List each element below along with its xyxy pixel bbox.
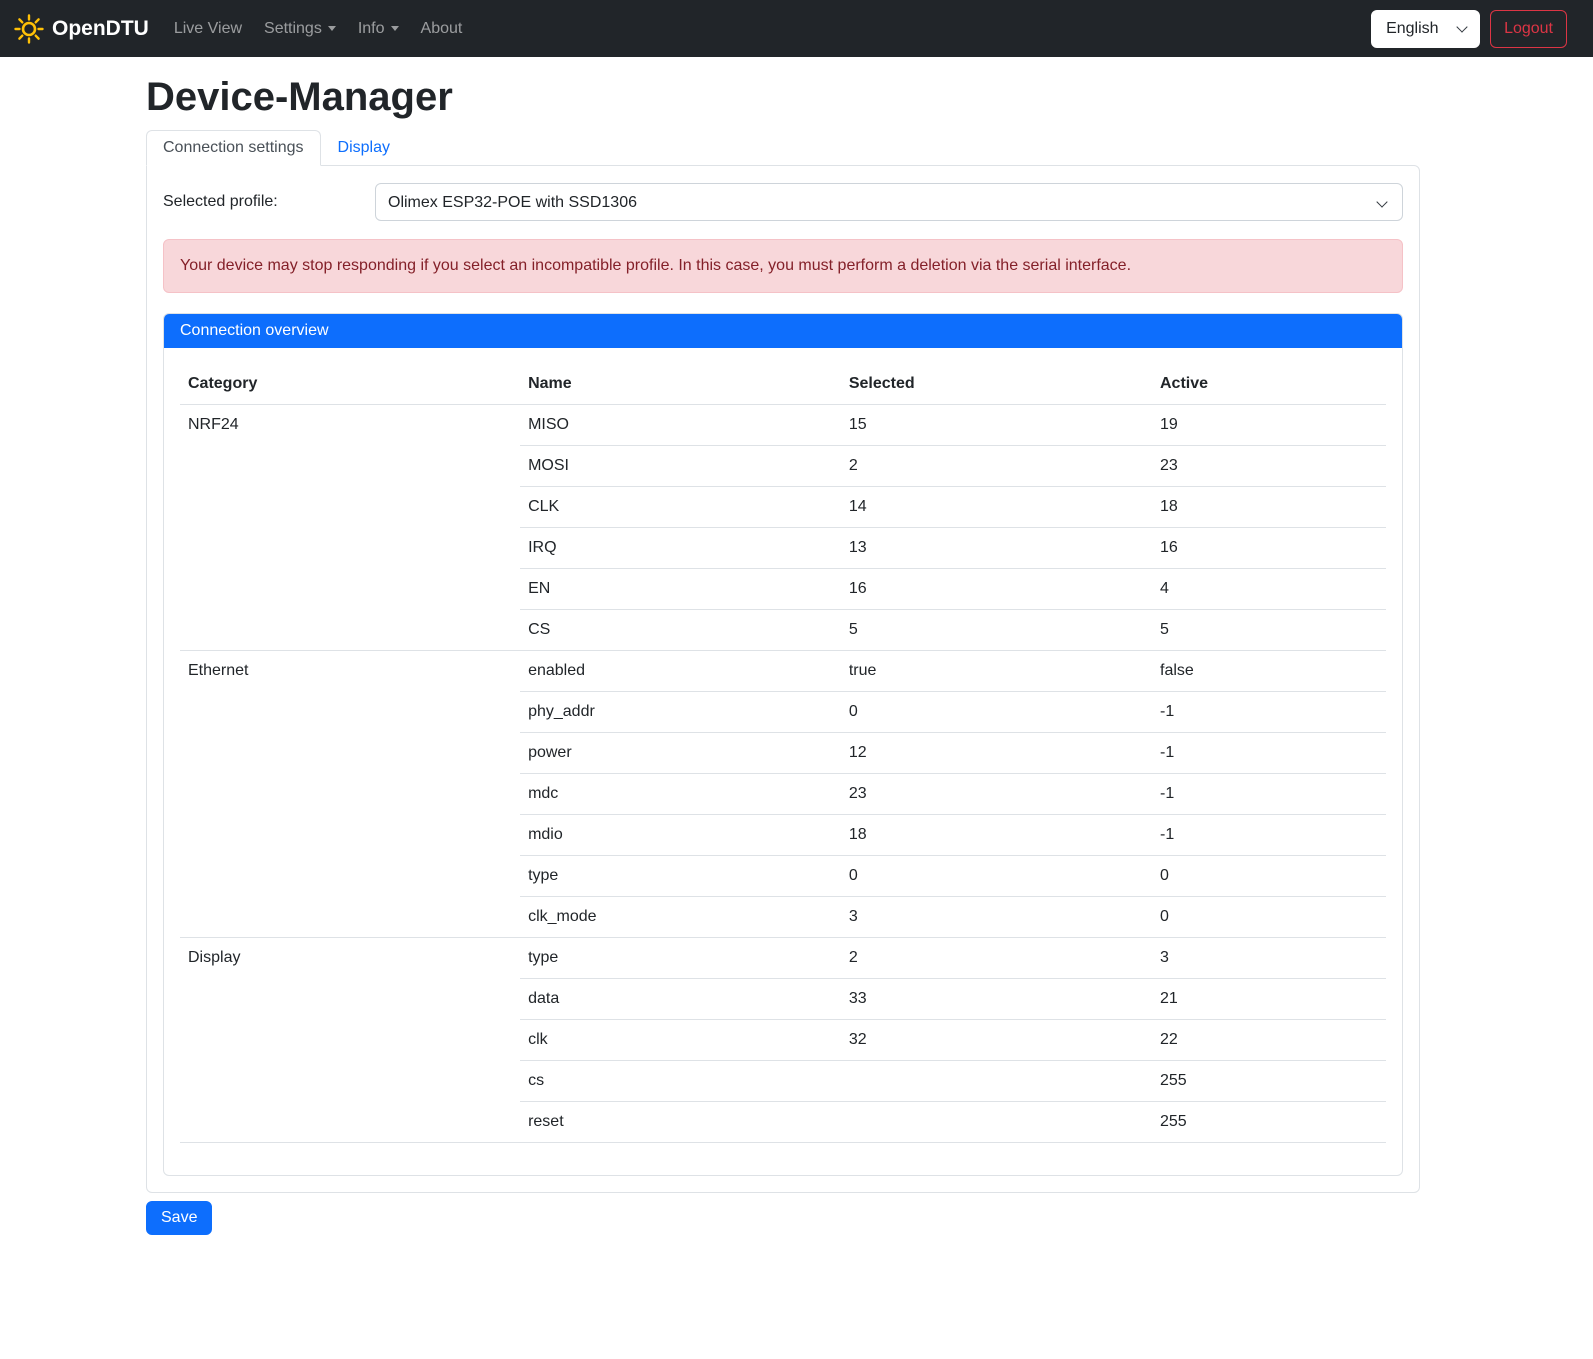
brand[interactable]: OpenDTU bbox=[14, 14, 149, 44]
selected-cell: true bbox=[841, 651, 1152, 692]
nav-item-info[interactable]: Info bbox=[350, 12, 407, 46]
name-cell: reset bbox=[520, 1102, 841, 1143]
name-cell: data bbox=[520, 979, 841, 1020]
incompatible-profile-warning: Your device may stop responding if you s… bbox=[163, 239, 1403, 293]
nav-item-settings-label: Settings bbox=[264, 20, 322, 37]
tab-content-card: Selected profile: Olimex ESP32-POE with … bbox=[146, 165, 1420, 1193]
category-cell: NRF24 bbox=[180, 405, 520, 651]
selected-cell: 0 bbox=[841, 692, 1152, 733]
category-cell: Display bbox=[180, 938, 520, 1143]
caret-down-icon bbox=[328, 26, 336, 31]
table-row: Displaytype23 bbox=[180, 938, 1386, 979]
profile-label: Selected profile: bbox=[163, 193, 375, 211]
name-cell: mdio bbox=[520, 815, 841, 856]
connection-overview-header: Connection overview bbox=[164, 314, 1402, 348]
name-cell: power bbox=[520, 733, 841, 774]
active-cell: 23 bbox=[1152, 446, 1386, 487]
name-cell: MOSI bbox=[520, 446, 841, 487]
name-cell: phy_addr bbox=[520, 692, 841, 733]
active-cell: 4 bbox=[1152, 569, 1386, 610]
name-cell: IRQ bbox=[520, 528, 841, 569]
page-title: Device-Manager bbox=[146, 75, 1420, 120]
caret-down-icon bbox=[391, 26, 399, 31]
profile-row: Selected profile: Olimex ESP32-POE with … bbox=[163, 183, 1403, 221]
selected-cell: 16 bbox=[841, 569, 1152, 610]
connection-overview-table: Category Name Selected Active NRF24MISO1… bbox=[180, 364, 1386, 1143]
selected-cell: 13 bbox=[841, 528, 1152, 569]
save-button[interactable]: Save bbox=[146, 1201, 212, 1235]
table-row: Ethernetenabledtruefalse bbox=[180, 651, 1386, 692]
page-container: Device-Manager Connection settings Displ… bbox=[146, 75, 1420, 1235]
selected-cell bbox=[841, 1061, 1152, 1102]
active-cell: 22 bbox=[1152, 1020, 1386, 1061]
name-cell: cs bbox=[520, 1061, 841, 1102]
tab-connection-settings[interactable]: Connection settings bbox=[146, 130, 321, 166]
column-header-category: Category bbox=[180, 364, 520, 405]
selected-cell: 12 bbox=[841, 733, 1152, 774]
name-cell: clk bbox=[520, 1020, 841, 1061]
active-cell: 255 bbox=[1152, 1102, 1386, 1143]
active-cell: -1 bbox=[1152, 733, 1386, 774]
language-select[interactable]: English bbox=[1371, 10, 1480, 48]
active-cell: 255 bbox=[1152, 1061, 1386, 1102]
active-cell: 19 bbox=[1152, 405, 1386, 446]
selected-cell: 3 bbox=[841, 897, 1152, 938]
selected-cell: 2 bbox=[841, 938, 1152, 979]
tab-bar: Connection settings Display bbox=[146, 130, 1420, 165]
language-select-wrap: English bbox=[1371, 10, 1480, 48]
active-cell: -1 bbox=[1152, 815, 1386, 856]
nav-item-settings[interactable]: Settings bbox=[256, 12, 344, 46]
selected-cell: 32 bbox=[841, 1020, 1152, 1061]
name-cell: MISO bbox=[520, 405, 841, 446]
column-header-name: Name bbox=[520, 364, 841, 405]
selected-cell: 33 bbox=[841, 979, 1152, 1020]
connection-overview-card: Connection overview Category Name Select… bbox=[163, 313, 1403, 1176]
name-cell: type bbox=[520, 856, 841, 897]
active-cell: 0 bbox=[1152, 856, 1386, 897]
tab-display[interactable]: Display bbox=[321, 130, 407, 166]
column-header-active: Active bbox=[1152, 364, 1386, 405]
sun-icon bbox=[14, 14, 44, 44]
category-cell: Ethernet bbox=[180, 651, 520, 938]
nav-item-about[interactable]: About bbox=[413, 12, 471, 46]
active-cell: 0 bbox=[1152, 897, 1386, 938]
active-cell: false bbox=[1152, 651, 1386, 692]
name-cell: CS bbox=[520, 610, 841, 651]
nav-item-info-label: Info bbox=[358, 20, 385, 37]
name-cell: CLK bbox=[520, 487, 841, 528]
overview-table-body: NRF24MISO1519MOSI223CLK1418IRQ1316EN164C… bbox=[180, 405, 1386, 1143]
selected-cell: 15 bbox=[841, 405, 1152, 446]
logout-button[interactable]: Logout bbox=[1490, 10, 1567, 48]
active-cell: 3 bbox=[1152, 938, 1386, 979]
table-row: NRF24MISO1519 bbox=[180, 405, 1386, 446]
selected-cell: 18 bbox=[841, 815, 1152, 856]
selected-cell: 5 bbox=[841, 610, 1152, 651]
active-cell: 18 bbox=[1152, 487, 1386, 528]
navbar: OpenDTU Live View Settings Info About En… bbox=[0, 0, 1593, 57]
active-cell: 5 bbox=[1152, 610, 1386, 651]
selected-cell: 23 bbox=[841, 774, 1152, 815]
selected-cell bbox=[841, 1102, 1152, 1143]
active-cell: 21 bbox=[1152, 979, 1386, 1020]
active-cell: -1 bbox=[1152, 774, 1386, 815]
navbar-right: English Logout bbox=[1371, 10, 1567, 48]
active-cell: 16 bbox=[1152, 528, 1386, 569]
table-header-row: Category Name Selected Active bbox=[180, 364, 1386, 405]
name-cell: mdc bbox=[520, 774, 841, 815]
selected-cell: 2 bbox=[841, 446, 1152, 487]
selected-cell: 14 bbox=[841, 487, 1152, 528]
nav-item-live-view[interactable]: Live View bbox=[166, 12, 250, 46]
active-cell: -1 bbox=[1152, 692, 1386, 733]
name-cell: enabled bbox=[520, 651, 841, 692]
name-cell: type bbox=[520, 938, 841, 979]
name-cell: EN bbox=[520, 569, 841, 610]
name-cell: clk_mode bbox=[520, 897, 841, 938]
nav-links: Live View Settings Info About bbox=[163, 12, 474, 46]
column-header-selected: Selected bbox=[841, 364, 1152, 405]
selected-cell: 0 bbox=[841, 856, 1152, 897]
brand-label: OpenDTU bbox=[52, 17, 149, 41]
profile-select[interactable]: Olimex ESP32-POE with SSD1306 bbox=[375, 183, 1403, 221]
profile-select-wrap: Olimex ESP32-POE with SSD1306 bbox=[375, 183, 1403, 221]
